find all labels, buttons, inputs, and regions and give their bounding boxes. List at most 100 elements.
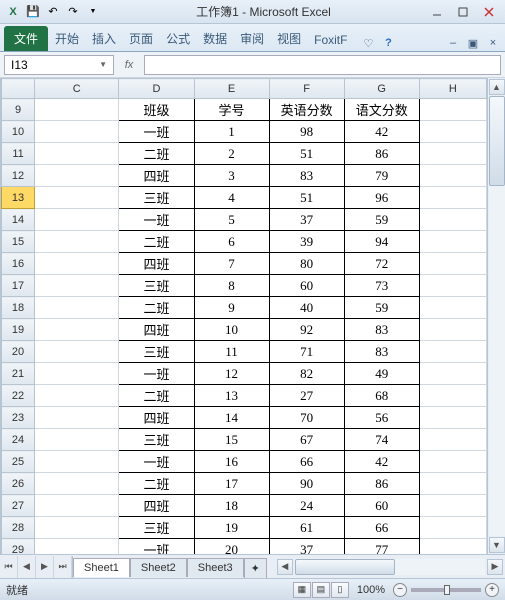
cell-G19[interactable]: 83	[344, 319, 419, 341]
cell-F24[interactable]: 67	[269, 429, 344, 451]
row-header-14[interactable]: 14	[2, 209, 35, 231]
grid[interactable]: CDEFGH9班级学号英语分数语文分数10一班1984211二班2518612四…	[1, 78, 487, 554]
cell-D9[interactable]: 班级	[119, 99, 194, 121]
row-header-27[interactable]: 27	[2, 495, 35, 517]
view-normal-icon[interactable]: ▦	[293, 582, 311, 598]
cell-C12[interactable]	[35, 165, 119, 187]
save-icon[interactable]: 💾	[24, 3, 42, 21]
row-header-9[interactable]: 9	[2, 99, 35, 121]
scroll-track[interactable]	[489, 96, 505, 536]
select-all-corner[interactable]	[2, 79, 35, 99]
cell-E11[interactable]: 2	[194, 143, 269, 165]
cell-C22[interactable]	[35, 385, 119, 407]
cell-H26[interactable]	[419, 473, 486, 495]
cell-F26[interactable]: 90	[269, 473, 344, 495]
cell-G24[interactable]: 74	[344, 429, 419, 451]
undo-icon[interactable]: ↶	[44, 3, 62, 21]
cell-F11[interactable]: 51	[269, 143, 344, 165]
cell-G21[interactable]: 49	[344, 363, 419, 385]
col-header-D[interactable]: D	[119, 79, 194, 99]
cell-E24[interactable]: 15	[194, 429, 269, 451]
ribbon-tab-home[interactable]: 开始	[49, 26, 85, 51]
cell-D20[interactable]: 三班	[119, 341, 194, 363]
cell-F17[interactable]: 60	[269, 275, 344, 297]
cell-C26[interactable]	[35, 473, 119, 495]
cell-H13[interactable]	[419, 187, 486, 209]
sheet-tab-3[interactable]: Sheet3	[187, 558, 244, 577]
cell-H28[interactable]	[419, 517, 486, 539]
row-header-16[interactable]: 16	[2, 253, 35, 275]
cell-D27[interactable]: 四班	[119, 495, 194, 517]
cell-F14[interactable]: 37	[269, 209, 344, 231]
cell-H21[interactable]	[419, 363, 486, 385]
row-header-29[interactable]: 29	[2, 539, 35, 555]
cell-G9[interactable]: 语文分数	[344, 99, 419, 121]
row-header-23[interactable]: 23	[2, 407, 35, 429]
cell-D10[interactable]: 一班	[119, 121, 194, 143]
cell-F28[interactable]: 61	[269, 517, 344, 539]
cell-F23[interactable]: 70	[269, 407, 344, 429]
ribbon-tab-data[interactable]: 数据	[197, 26, 233, 51]
sheet-tab-1[interactable]: Sheet1	[73, 558, 130, 577]
cell-D29[interactable]: 一班	[119, 539, 194, 555]
cell-E17[interactable]: 8	[194, 275, 269, 297]
cell-D25[interactable]: 一班	[119, 451, 194, 473]
row-header-19[interactable]: 19	[2, 319, 35, 341]
zoom-out-button[interactable]: −	[393, 583, 407, 597]
row-header-12[interactable]: 12	[2, 165, 35, 187]
cell-F16[interactable]: 80	[269, 253, 344, 275]
cell-G11[interactable]: 86	[344, 143, 419, 165]
cell-D17[interactable]: 三班	[119, 275, 194, 297]
row-header-28[interactable]: 28	[2, 517, 35, 539]
cell-C20[interactable]	[35, 341, 119, 363]
col-header-C[interactable]: C	[35, 79, 119, 99]
horizontal-scrollbar[interactable]: ◀ ▶	[275, 559, 505, 575]
maximize-button[interactable]	[451, 4, 475, 20]
cell-G10[interactable]: 42	[344, 121, 419, 143]
cell-F15[interactable]: 39	[269, 231, 344, 253]
col-header-H[interactable]: H	[419, 79, 486, 99]
hscroll-thumb[interactable]	[295, 559, 395, 575]
cell-F27[interactable]: 24	[269, 495, 344, 517]
ribbon-tab-insert[interactable]: 插入	[86, 26, 122, 51]
cell-G16[interactable]: 72	[344, 253, 419, 275]
row-header-26[interactable]: 26	[2, 473, 35, 495]
cell-C29[interactable]	[35, 539, 119, 555]
cell-C18[interactable]	[35, 297, 119, 319]
cell-D12[interactable]: 四班	[119, 165, 194, 187]
col-header-F[interactable]: F	[269, 79, 344, 99]
ribbon-tab-foxit[interactable]: FoxitF	[308, 29, 353, 51]
zoom-level[interactable]: 100%	[357, 584, 385, 596]
cell-C10[interactable]	[35, 121, 119, 143]
scroll-right-icon[interactable]: ▶	[487, 559, 503, 575]
cell-C27[interactable]	[35, 495, 119, 517]
cell-D28[interactable]: 三班	[119, 517, 194, 539]
zoom-thumb[interactable]	[444, 585, 450, 595]
cell-D14[interactable]: 一班	[119, 209, 194, 231]
cell-F21[interactable]: 82	[269, 363, 344, 385]
scroll-down-icon[interactable]: ▼	[489, 537, 505, 553]
cell-E20[interactable]: 11	[194, 341, 269, 363]
cell-G23[interactable]: 56	[344, 407, 419, 429]
file-tab[interactable]: 文件	[4, 26, 48, 51]
cell-H27[interactable]	[419, 495, 486, 517]
cell-C21[interactable]	[35, 363, 119, 385]
cell-C13[interactable]	[35, 187, 119, 209]
formula-bar[interactable]	[144, 55, 501, 75]
cell-E14[interactable]: 5	[194, 209, 269, 231]
ribbon-tab-review[interactable]: 审阅	[234, 26, 270, 51]
cell-G27[interactable]: 60	[344, 495, 419, 517]
minimize-button[interactable]	[425, 4, 449, 20]
view-break-icon[interactable]: ▯	[331, 582, 349, 598]
cell-E23[interactable]: 14	[194, 407, 269, 429]
cell-E27[interactable]: 18	[194, 495, 269, 517]
cell-G18[interactable]: 59	[344, 297, 419, 319]
help-icon[interactable]: ?	[380, 35, 396, 51]
scroll-up-icon[interactable]: ▲	[489, 79, 505, 95]
cell-F13[interactable]: 51	[269, 187, 344, 209]
cell-F29[interactable]: 37	[269, 539, 344, 555]
name-box[interactable]: I13 ▼	[4, 55, 114, 75]
cell-D24[interactable]: 三班	[119, 429, 194, 451]
cell-G13[interactable]: 96	[344, 187, 419, 209]
row-header-13[interactable]: 13	[2, 187, 35, 209]
